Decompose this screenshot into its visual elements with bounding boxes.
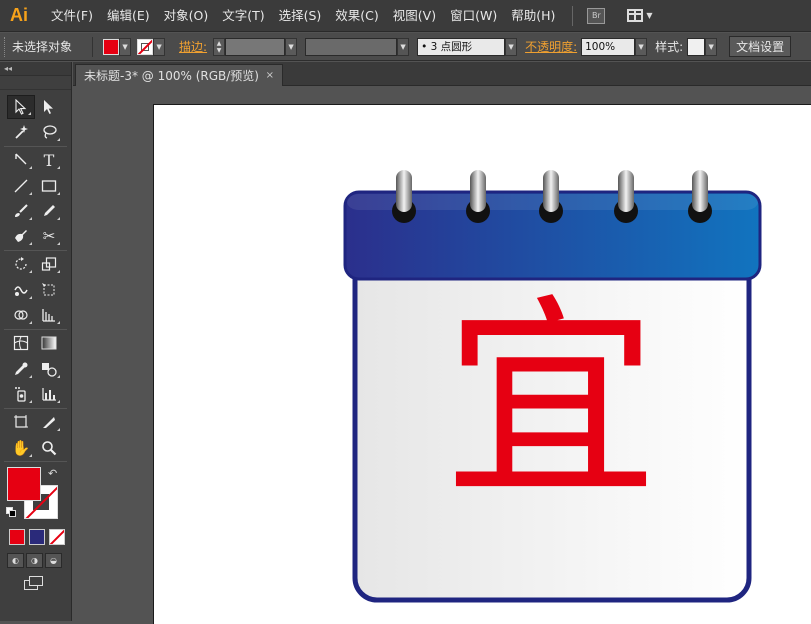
calendar-character: 宜 [444, 277, 658, 526]
pencil-tool-icon[interactable] [35, 199, 63, 223]
fill-swatch [103, 38, 120, 55]
menu-effect[interactable]: 效果(C) [328, 0, 385, 32]
opacity-label[interactable]: 不透明度: [525, 38, 577, 55]
pen-tool-icon[interactable] [7, 148, 35, 172]
scale-tool-icon[interactable] [35, 252, 63, 276]
chevron-down-icon[interactable]: ▼ [505, 37, 518, 56]
drawing-modes: ◐ ◑ ◒ [0, 553, 71, 569]
symbol-sprayer-tool-icon[interactable] [7, 382, 35, 406]
eyedropper-tool-icon[interactable] [7, 357, 35, 381]
chevron-down-icon[interactable]: ▼ [285, 37, 298, 56]
paintbrush-tool-icon[interactable] [7, 199, 35, 223]
artboard-tool-icon[interactable] [7, 410, 35, 434]
rotate-tool-icon[interactable] [7, 252, 35, 276]
menu-type[interactable]: 文字(T) [215, 0, 271, 32]
blend-tool-icon[interactable] [35, 357, 63, 381]
selection-tool-icon[interactable] [7, 94, 35, 119]
rectangle-tool-icon[interactable] [35, 174, 63, 198]
free-transform-tool-icon[interactable] [35, 278, 63, 302]
chevron-down-icon[interactable]: ▼ [705, 37, 718, 56]
panel-grip[interactable] [0, 76, 71, 90]
menu-help[interactable]: 帮助(H) [504, 0, 562, 32]
panel-collapse[interactable]: ◂◂ [0, 62, 71, 76]
chevron-down-icon[interactable]: ▼ [397, 37, 410, 56]
document-tab-title: 未标题-3* @ 100% (RGB/预览) [84, 69, 259, 83]
chevron-down-icon: ▼ [646, 11, 653, 20]
menu-window[interactable]: 窗口(W) [443, 0, 504, 32]
control-bar: 未选择对象 ▼ ▼ 描边: ▲ ▼ ▼ ▼ • 3 点圆形 ▼ 不透明度: 100… [0, 33, 811, 61]
draw-inside-icon[interactable]: ◒ [45, 553, 62, 569]
color-mode-icon[interactable] [9, 529, 25, 546]
scissors-tool-icon[interactable]: ✂ [35, 224, 63, 248]
graphic-style-swatch[interactable] [687, 37, 706, 56]
chevron-down-icon: ▼ [119, 37, 132, 56]
perspective-grid-tool-icon[interactable] [35, 303, 63, 327]
fill-stroke-widget: ↶ [0, 463, 71, 527]
none-mode-icon[interactable] [49, 529, 65, 546]
magic-wand-tool-icon[interactable] [7, 120, 35, 144]
swap-fill-stroke-icon[interactable]: ↶ [48, 467, 57, 480]
draw-normal-icon[interactable]: ◐ [7, 553, 24, 569]
fill-color-dropdown[interactable]: ▼ [103, 37, 132, 56]
document-tab[interactable]: 未标题-3* @ 100% (RGB/预览) × [75, 64, 283, 86]
fill-color-box[interactable] [7, 467, 41, 502]
direct-selection-tool-icon[interactable] [35, 95, 63, 119]
color-mode-row [0, 529, 71, 546]
column-graph-tool-icon[interactable] [35, 382, 63, 406]
gradient-mode-icon[interactable] [29, 529, 45, 546]
selection-status: 未选择对象 [12, 40, 73, 54]
menu-bar: Ai 文件(F) 编辑(E) 对象(O) 文字(T) 选择(S) 效果(C) 视… [0, 0, 811, 32]
type-tool-icon[interactable]: T [35, 148, 63, 172]
screen-mode-icon[interactable] [24, 576, 46, 592]
stroke-weight-spinner[interactable]: ▲ ▼ [213, 37, 226, 56]
style-label: 样式: [655, 40, 684, 54]
draw-behind-icon[interactable]: ◑ [26, 553, 43, 569]
zoom-tool-icon[interactable] [35, 436, 63, 460]
default-colors-icon[interactable] [6, 507, 16, 518]
panel-grip[interactable] [4, 36, 8, 57]
hand-tool-icon[interactable]: ✋ [7, 436, 35, 460]
stroke-color-dropdown[interactable]: ▼ [137, 37, 166, 56]
chevron-down-icon[interactable]: ▼ [635, 37, 648, 56]
menu-edit[interactable]: 编辑(E) [100, 0, 157, 32]
main-menu: 文件(F) 编辑(E) 对象(O) 文字(T) 选择(S) 效果(C) 视图(V… [44, 0, 562, 32]
menu-separator [572, 5, 574, 26]
stroke-swatch [137, 38, 154, 55]
menu-file[interactable]: 文件(F) [44, 0, 100, 32]
opacity-field[interactable]: 100% [581, 37, 636, 56]
blob-brush-tool-icon[interactable] [7, 224, 35, 248]
menu-select[interactable]: 选择(S) [272, 0, 329, 32]
stroke-label[interactable]: 描边: [179, 38, 207, 55]
stroke-weight-field[interactable] [225, 37, 286, 56]
brush-definition-field[interactable]: • 3 点圆形 [417, 37, 506, 56]
menu-view[interactable]: 视图(V) [386, 0, 443, 32]
shape-builder-tool-icon[interactable] [7, 303, 35, 327]
mesh-tool-icon[interactable] [7, 331, 35, 355]
warp-tool-icon[interactable] [7, 278, 35, 302]
menu-object[interactable]: 对象(O) [157, 0, 216, 32]
lasso-tool-icon[interactable] [35, 120, 63, 144]
line-segment-tool-icon[interactable] [7, 174, 35, 198]
app-logo: Ai [10, 5, 28, 25]
bridge-button[interactable]: Br [587, 7, 606, 24]
tools-panel: ◂◂ T ✂ ✋ ↶ ◐ ◑ ◒ [0, 62, 72, 621]
close-icon[interactable]: × [266, 70, 274, 81]
slice-tool-icon[interactable] [35, 410, 63, 434]
divider [92, 36, 94, 57]
workspace-grid-icon [627, 9, 644, 22]
document-tab-bar: 未标题-3* @ 100% (RGB/预览) × [73, 62, 811, 86]
document-setup-button[interactable]: 文档设置 [729, 36, 792, 57]
workspace-switcher[interactable]: ▼ [627, 9, 653, 22]
variable-width-profile[interactable] [305, 37, 398, 56]
chevron-down-icon: ▼ [153, 37, 166, 56]
gradient-tool-icon[interactable] [35, 331, 63, 355]
